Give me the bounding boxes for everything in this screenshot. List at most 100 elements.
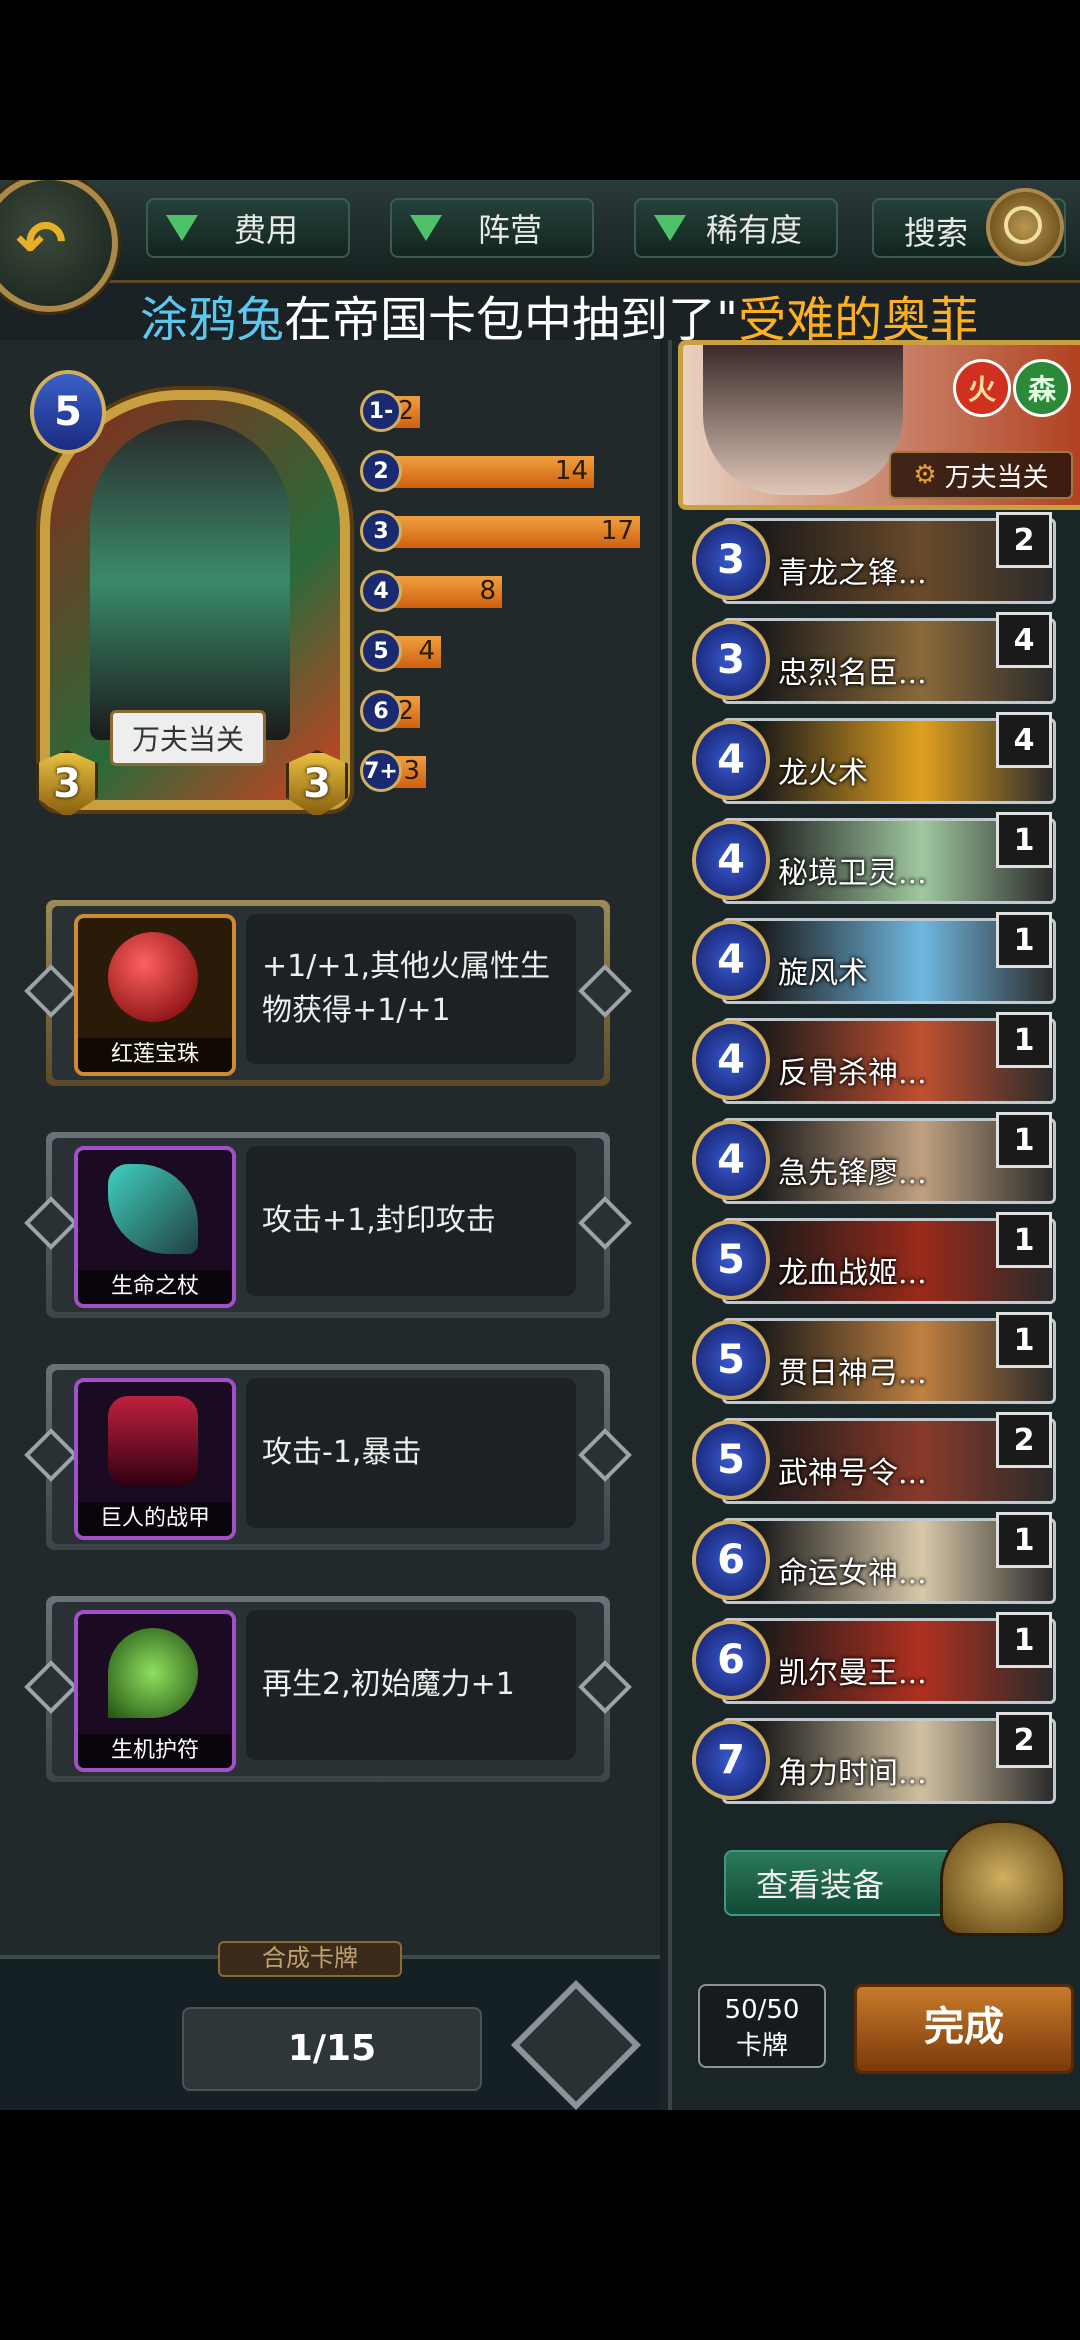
- card-cost-gem: 5: [692, 1320, 770, 1400]
- amulet-icon: [108, 1628, 198, 1718]
- card-cost-gem: 4: [692, 920, 770, 1000]
- helmet-icon: [940, 1820, 1066, 1936]
- equipment-icon-staff: 生命之杖: [74, 1146, 236, 1308]
- card-cost-gem: 4: [692, 720, 770, 800]
- card-name: 命运女神...: [778, 1556, 927, 1591]
- card-name: 旋风术: [778, 956, 868, 991]
- done-button[interactable]: 完成: [854, 1984, 1074, 2074]
- deck-card-row[interactable]: 7 角力时间... 2: [692, 1710, 1072, 1810]
- equipment-slot-3[interactable]: 巨人的战甲 攻击-1,暴击: [24, 1364, 632, 1550]
- card-copy-count: 1: [996, 1512, 1052, 1568]
- card-name: 秘境卫灵...: [778, 856, 927, 891]
- curve-cost-gem: 1-: [360, 390, 402, 432]
- back-arrow-icon: ↶: [16, 208, 67, 278]
- deck-card-row[interactable]: 5 贯日神弓... 1: [692, 1310, 1072, 1410]
- card-copy-count: 2: [996, 1412, 1052, 1468]
- hero-card[interactable]: 5 万夫当关 3 3: [20, 370, 350, 818]
- deck-card-list: 3 青龙之锋... 2 3 忠烈名臣... 4 4 龙火术 4 4 秘境卫灵... 1 4 旋风术 1 4 反骨…: [692, 510, 1072, 1810]
- mana-curve-row: 3 17: [360, 500, 650, 560]
- equipment-name: 生命之杖: [78, 1270, 232, 1304]
- card-name: 反骨杀神...: [778, 1056, 927, 1091]
- curve-count: 17: [600, 516, 634, 546]
- equipment-icon-amulet: 生机护符: [74, 1610, 236, 1772]
- dropdown-triangle-icon: [166, 215, 198, 241]
- craft-cards-tab[interactable]: 合成卡牌: [218, 1941, 402, 1977]
- forest-element-badge: 森: [1013, 359, 1071, 417]
- filter-rarity[interactable]: 稀有度: [634, 198, 838, 258]
- equipment-slot-2[interactable]: 生命之杖 攻击+1,封印攻击: [24, 1132, 632, 1318]
- equipment-slot-4[interactable]: 生机护符 再生2,初始魔力+1: [24, 1596, 632, 1782]
- card-name: 龙血战姬...: [778, 1256, 927, 1291]
- deck-card-row[interactable]: 5 龙血战姬... 1: [692, 1210, 1072, 1310]
- card-copy-count: 1: [996, 912, 1052, 968]
- card-cost-gem: 6: [692, 1620, 770, 1700]
- deck-card-row[interactable]: 4 旋风术 1: [692, 910, 1072, 1010]
- card-copy-count: 1: [996, 1012, 1052, 1068]
- card-cost-gem: 3: [692, 520, 770, 600]
- mana-curve-row: 54: [360, 620, 650, 680]
- filter-faction[interactable]: 阵营: [390, 198, 594, 258]
- deck-card-row[interactable]: 4 龙火术 4: [692, 710, 1072, 810]
- red-orb-icon: [108, 932, 198, 1022]
- card-name: 急先锋廖...: [778, 1156, 927, 1191]
- back-button[interactable]: ↶: [0, 180, 118, 312]
- gear-icon: ⚙: [913, 460, 937, 490]
- card-name: 忠烈名臣...: [778, 656, 927, 691]
- mana-curve-row: 48: [360, 560, 650, 620]
- deck-hero-banner[interactable]: 火 森 ⚙ 万夫当关: [678, 340, 1080, 510]
- equipment-name: 生机护符: [78, 1734, 232, 1768]
- top-bar: ↶ 费用 阵营 稀有度 搜索: [0, 180, 1080, 312]
- deck-card-row[interactable]: 3 青龙之锋... 2: [692, 510, 1072, 610]
- next-page-button[interactable]: [510, 1979, 642, 2110]
- deck-builder-screen: ↶ 费用 阵营 稀有度 搜索 涂鸦兔在帝国卡包中抽到了"受难的奥菲 5 万夫当关…: [0, 180, 1080, 2110]
- card-cost-gem: 3: [692, 620, 770, 700]
- card-copy-count: 1: [996, 1312, 1052, 1368]
- deck-count: 50/50 卡牌: [698, 1984, 826, 2068]
- magnifier-icon: [986, 188, 1064, 266]
- mana-curve-row: 1- 2: [360, 380, 650, 440]
- card-copy-count: 1: [996, 1112, 1052, 1168]
- curve-count: 8: [479, 576, 496, 606]
- card-copy-count: 1: [996, 1612, 1052, 1668]
- equipment-description: 攻击+1,封印攻击: [246, 1146, 576, 1296]
- deck-count-label: 卡牌: [735, 2031, 788, 2061]
- deck-card-row[interactable]: 4 急先锋廖... 1: [692, 1110, 1072, 1210]
- card-copy-count: 2: [996, 512, 1052, 568]
- left-panel: 5 万夫当关 3 3 1- 2 2 14 3 17 4 8 5 4 6 2 7+ 3 红莲宝珠 +1/+1…: [0, 340, 660, 1960]
- deck-card-row[interactable]: 6 凯尔曼王... 1: [692, 1610, 1072, 1710]
- hero-name-plate: 万夫当关: [110, 710, 266, 766]
- mana-curve-row: 62: [360, 680, 650, 740]
- card-name: 龙火术: [778, 756, 868, 791]
- deck-card-row[interactable]: 5 武神号令... 2: [692, 1410, 1072, 1510]
- equipment-name: 巨人的战甲: [78, 1502, 232, 1536]
- deck-card-row[interactable]: 3 忠烈名臣... 4: [692, 610, 1072, 710]
- curve-cost-gem: 4: [360, 570, 402, 612]
- hero-banner-name: ⚙ 万夫当关: [889, 451, 1073, 499]
- card-copy-count: 1: [996, 1212, 1052, 1268]
- mana-curve: 1- 2 2 14 3 17 4 8 5 4 6 2 7+ 3: [360, 380, 650, 800]
- curve-cost-gem: 3: [360, 510, 402, 552]
- deck-card-row[interactable]: 6 命运女神... 1: [692, 1510, 1072, 1610]
- curve-cost-gem: 2: [360, 450, 402, 492]
- card-cost-gem: 5: [692, 1220, 770, 1300]
- card-cost-gem: 4: [692, 1020, 770, 1100]
- card-copy-count: 2: [996, 1712, 1052, 1768]
- card-cost-gem: 5: [692, 1420, 770, 1500]
- filter-cost[interactable]: 费用: [146, 198, 350, 258]
- card-name: 武神号令...: [778, 1456, 927, 1491]
- card-cost-gem: 4: [692, 1120, 770, 1200]
- equipment-description: 再生2,初始魔力+1: [246, 1610, 576, 1760]
- right-panel-deck-list: 火 森 ⚙ 万夫当关 3 青龙之锋... 2 3 忠烈名臣... 4 4 龙火术 4 4 秘境卫灵..…: [668, 340, 1080, 2110]
- deck-card-row[interactable]: 4 反骨杀神... 1: [692, 1010, 1072, 1110]
- equipment-description: +1/+1,其他火属性生物获得+1/+1: [246, 914, 576, 1064]
- mana-curve-row: 2 14: [360, 440, 650, 500]
- deck-card-row[interactable]: 4 秘境卫灵... 1: [692, 810, 1072, 910]
- armor-icon: [108, 1396, 198, 1486]
- equipment-slot-1[interactable]: 红莲宝珠 +1/+1,其他火属性生物获得+1/+1: [24, 900, 632, 1086]
- search-label: 搜索: [904, 214, 969, 252]
- equipment-icon-armor: 巨人的战甲: [74, 1378, 236, 1540]
- filter-cost-label: 费用: [233, 211, 298, 249]
- hero-portrait: [90, 420, 290, 740]
- search-button[interactable]: 搜索: [872, 188, 1066, 266]
- card-cost-gem: 7: [692, 1720, 770, 1800]
